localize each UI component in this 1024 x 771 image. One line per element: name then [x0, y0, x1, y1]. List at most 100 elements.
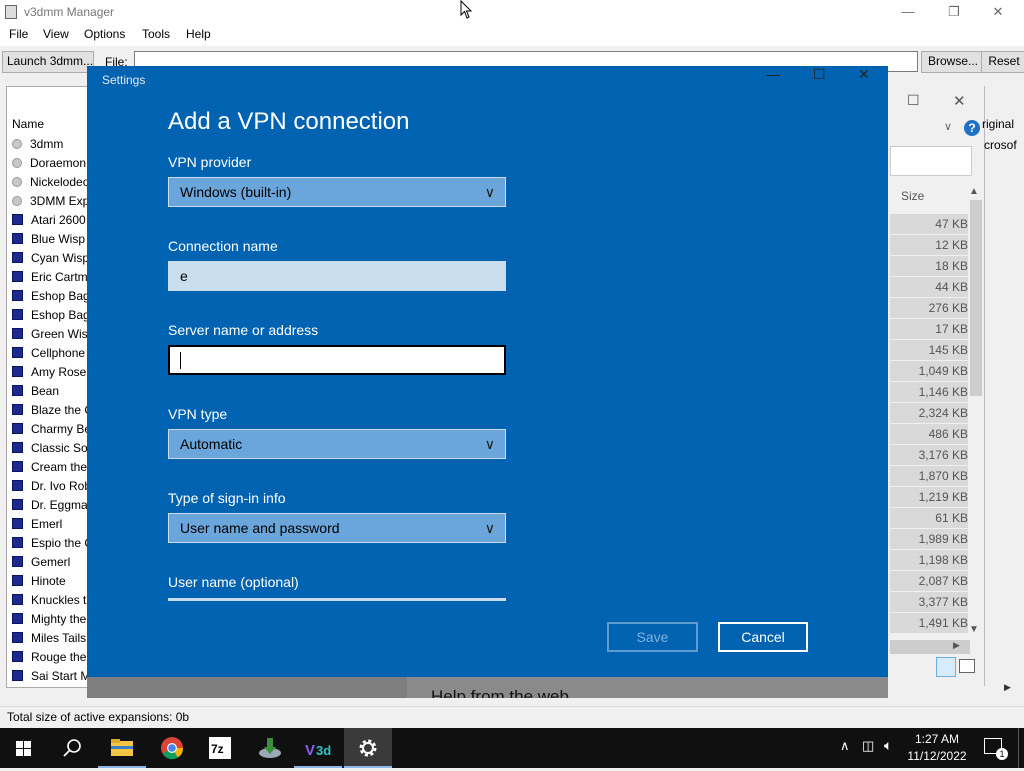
back-maximize-icon[interactable]: ☐	[907, 92, 920, 109]
list-item[interactable]: Dr. Eggman	[12, 498, 90, 517]
network-icon[interactable]: ◫	[862, 738, 874, 754]
list-item[interactable]: Cellphone	[12, 346, 90, 365]
back-search-box[interactable]	[890, 146, 972, 176]
username-input[interactable]	[168, 598, 506, 601]
list-item[interactable]: Dr. Ivo Rob	[12, 479, 90, 498]
size-cell: 3,176 KB	[890, 445, 968, 465]
settings-minimize-icon[interactable]: —	[766, 66, 780, 82]
reset-button[interactable]: Reset	[981, 51, 1024, 73]
list-item[interactable]: Blaze the C	[12, 403, 90, 422]
settings-gear-icon[interactable]	[344, 728, 392, 768]
size-cell: 3,377 KB	[890, 592, 968, 612]
list-item[interactable]: Doraemon	[12, 156, 90, 175]
list-item[interactable]: Cream the	[12, 460, 90, 479]
vpn-provider-label: VPN provider	[168, 154, 252, 170]
file-explorer-icon[interactable]	[98, 728, 146, 768]
7zip-icon[interactable]: 7z	[196, 728, 244, 768]
hscroll-right-icon[interactable]: ▶	[953, 640, 960, 651]
list-item[interactable]: Eric Cartma	[12, 270, 90, 289]
expansion-icon	[12, 575, 23, 586]
details-view-icon[interactable]	[936, 657, 956, 677]
scroll-up-icon[interactable]: ▲	[969, 186, 979, 197]
menu-options[interactable]: Options	[84, 27, 125, 41]
launch-3dmm-button[interactable]: Launch 3dmm...	[2, 51, 94, 73]
list-item[interactable]: Rouge the	[12, 650, 90, 669]
list-item[interactable]: Knuckles th	[12, 593, 90, 612]
expansion-icon	[12, 518, 23, 529]
clock-time[interactable]: 1:27 AM	[906, 732, 968, 746]
list-item[interactable]: Miles Tails	[12, 631, 90, 650]
scroll-down-icon[interactable]: ▼	[969, 624, 979, 635]
list-item[interactable]: Eshop Bag	[12, 308, 90, 327]
list-item-label: Mighty the	[31, 612, 87, 626]
volume-icon[interactable]: 🔈︎	[884, 737, 892, 754]
expansion-icon	[12, 423, 23, 434]
page-title: Add a VPN connection	[168, 108, 410, 135]
vpn-type-label: VPN type	[168, 406, 228, 422]
browse-button[interactable]: Browse...	[921, 51, 985, 73]
chrome-icon[interactable]	[148, 728, 196, 768]
list-item[interactable]: Emerl	[12, 517, 90, 536]
back-close-icon[interactable]: ✕	[953, 92, 966, 110]
menu-view[interactable]: View	[43, 27, 69, 41]
list-item[interactable]: Green Wisp	[12, 327, 90, 346]
menu-file[interactable]: File	[9, 27, 28, 41]
vpn-type-select[interactable]: Automatic ∨	[168, 429, 506, 459]
back-scroll-thumb[interactable]	[970, 200, 982, 396]
list-item[interactable]: 3dmm	[12, 137, 90, 156]
server-address-input[interactable]	[168, 345, 506, 375]
list-item-label: Eric Cartma	[31, 270, 90, 284]
start-button[interactable]	[0, 728, 48, 768]
list-item[interactable]: Bean	[12, 384, 90, 403]
connection-name-input[interactable]: e	[168, 261, 506, 291]
settings-close-icon[interactable]: ✕	[858, 66, 870, 83]
show-desktop-button[interactable]	[1018, 728, 1019, 768]
expansion-icon	[12, 499, 23, 510]
list-item[interactable]: Eshop Bag	[12, 289, 90, 308]
search-icon[interactable]	[48, 728, 96, 768]
list-item[interactable]: Charmy Be	[12, 422, 90, 441]
list-item-label: Gemerl	[31, 555, 71, 569]
list-item[interactable]: Mighty the	[12, 612, 90, 631]
list-item[interactable]: Amy Rose	[12, 365, 90, 384]
list-header-name[interactable]: Name	[12, 117, 44, 131]
minimize-button[interactable]: —	[885, 0, 931, 24]
chevron-up-icon[interactable]: ∧	[840, 738, 850, 754]
menu-tools[interactable]: Tools	[142, 27, 170, 41]
list-item-label: Eshop Bag	[31, 308, 90, 322]
main-hscroll-right-icon[interactable]: ▶	[1004, 682, 1011, 693]
list-item[interactable]: Cyan Wisp	[12, 251, 90, 270]
cancel-button[interactable]: Cancel	[718, 622, 808, 652]
size-cell: 1,049 KB	[890, 361, 968, 381]
list-item[interactable]: Classic Son	[12, 441, 90, 460]
list-item[interactable]: Gemerl	[12, 555, 90, 574]
help-icon[interactable]: ?	[964, 120, 980, 136]
size-cell: 1,491 KB	[890, 613, 968, 633]
chevron-down-icon[interactable]: ∨	[944, 120, 952, 133]
window-title: v3dmm Manager	[24, 5, 115, 19]
list-item[interactable]: Nickelodeo	[12, 175, 90, 194]
behind-text: Help from the web	[431, 688, 569, 698]
installer-icon[interactable]	[246, 728, 294, 768]
preview-view-icon[interactable]	[959, 659, 975, 673]
list-item[interactable]: Hinote	[12, 574, 90, 593]
close-button[interactable]: ✕	[975, 0, 1021, 24]
chevron-down-icon: ∨	[484, 184, 495, 200]
settings-maximize-icon[interactable]: ☐	[813, 66, 826, 83]
menu-help[interactable]: Help	[186, 27, 211, 41]
save-button[interactable]: Save	[607, 622, 698, 652]
list-item[interactable]: 3DMM Exp	[12, 194, 90, 213]
list-item[interactable]: Blue Wisp	[12, 232, 90, 251]
vpn-provider-select[interactable]: Windows (built-in) ∨	[168, 177, 506, 207]
list-item-label: Blaze the C	[31, 403, 90, 417]
list-item[interactable]: Sai Start M	[12, 669, 90, 688]
list-item[interactable]: Espio the C	[12, 536, 90, 555]
clock-date[interactable]: 11/12/2022	[906, 749, 968, 763]
signin-type-select[interactable]: User name and password ∨	[168, 513, 506, 543]
v3dmm-icon[interactable]: V 3d	[294, 728, 342, 768]
signin-type-value: User name and password	[180, 520, 340, 536]
size-header[interactable]: Size	[901, 189, 924, 203]
list-item[interactable]: Atari 2600 I	[12, 213, 90, 232]
list-item-label: Dr. Ivo Rob	[31, 479, 90, 493]
restore-button[interactable]: ❐	[931, 0, 977, 24]
